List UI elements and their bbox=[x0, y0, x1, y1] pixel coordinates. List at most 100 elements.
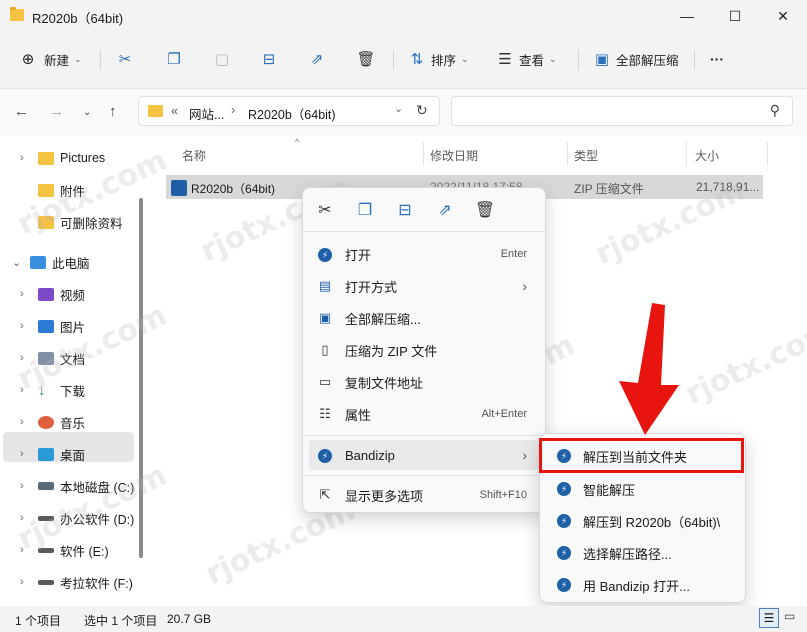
submenu-item-smart-extract[interactable]: ⚡ 智能解压 bbox=[544, 474, 743, 504]
extract-all-label: 全部解压缩 bbox=[616, 53, 679, 68]
column-divider[interactable] bbox=[567, 142, 568, 166]
details-view-icon[interactable]: ☰ bbox=[759, 608, 779, 628]
zip-file-icon bbox=[171, 180, 187, 196]
submenu-item-extract-to-folder[interactable]: ⚡ 解压到 R2020b（64bit)\ bbox=[544, 506, 743, 536]
chevron-down-icon[interactable]: ⌄ bbox=[394, 102, 403, 115]
back-arrow-icon[interactable]: ← bbox=[14, 103, 29, 120]
sidebar-item-music[interactable]: 音乐 bbox=[38, 410, 85, 434]
view-button[interactable]: ☰ 查看 ⌄ bbox=[495, 46, 556, 72]
sidebar-item-images[interactable]: 图片 bbox=[38, 314, 85, 338]
sidebar-item-deletable[interactable]: 可删除资料 bbox=[38, 210, 123, 234]
copy-icon[interactable]: ❐ bbox=[353, 200, 377, 220]
sidebar-item-drive-c[interactable]: 本地磁盘 (C:) bbox=[38, 474, 134, 498]
menu-item-bandizip[interactable]: ⚡ Bandizip › bbox=[309, 440, 539, 470]
submenu-item-choose-path[interactable]: ⚡ 选择解压路径... bbox=[544, 538, 743, 568]
rename-button[interactable]: ⊟ bbox=[259, 46, 279, 72]
sidebar-item-videos[interactable]: 视频 bbox=[38, 282, 85, 306]
share-icon[interactable]: ⇗ bbox=[433, 200, 457, 220]
submenu-item-open-with-bandizip[interactable]: ⚡ 用 Bandizip 打开... bbox=[544, 570, 743, 600]
chevron-right-icon[interactable]: › bbox=[20, 384, 24, 396]
sidebar-item-this-pc[interactable]: 此电脑 bbox=[30, 250, 90, 274]
chevron-right-icon[interactable]: › bbox=[20, 416, 24, 428]
menu-item-open-with[interactable]: ▤ 打开方式 › bbox=[309, 271, 539, 301]
menu-divider bbox=[303, 231, 545, 232]
maximize-button[interactable]: ☐ bbox=[711, 0, 759, 32]
download-icon: ↓ bbox=[38, 381, 46, 399]
column-header-type[interactable]: 类型 bbox=[574, 147, 598, 164]
copy-button[interactable]: ❐ bbox=[164, 46, 184, 72]
menu-item-shortcut: Shift+F10 bbox=[479, 489, 527, 501]
sidebar-item-label: 附件 bbox=[60, 184, 86, 199]
copy-icon: ❐ bbox=[167, 51, 181, 68]
copy-path-icon: ▭ bbox=[318, 374, 332, 389]
chevron-right-icon[interactable]: › bbox=[20, 544, 24, 556]
monitor-icon bbox=[30, 255, 46, 269]
forward-arrow-icon[interactable]: → bbox=[49, 103, 64, 120]
tiles-view-icon[interactable]: ▭ bbox=[784, 609, 795, 623]
trash-icon[interactable]: 🗑 bbox=[473, 200, 497, 220]
breadcrumb-overflow[interactable]: « bbox=[171, 104, 178, 118]
sidebar-item-drive-f[interactable]: 考拉软件 (F:) bbox=[38, 570, 133, 594]
cut-button[interactable]: ✂ bbox=[115, 46, 135, 72]
column-divider[interactable] bbox=[423, 142, 424, 166]
bandizip-icon: ⚡ bbox=[317, 447, 333, 463]
close-button[interactable]: ✕ bbox=[759, 0, 807, 32]
sort-button[interactable]: ⇅ 排序 ⌄ bbox=[407, 46, 469, 72]
menu-item-label: 全部解压缩... bbox=[345, 311, 421, 327]
chevron-right-icon[interactable]: › bbox=[20, 288, 24, 300]
delete-button[interactable]: 🗑 bbox=[356, 46, 376, 72]
minimize-button[interactable]: — bbox=[663, 0, 711, 32]
column-header-size[interactable]: 大小 bbox=[695, 147, 719, 164]
sidebar-item-documents[interactable]: 文档 bbox=[38, 346, 85, 370]
share-button[interactable]: ⇗ bbox=[307, 46, 327, 72]
menu-item-properties[interactable]: ☷ 属性 Alt+Enter bbox=[309, 399, 539, 429]
column-header-modified[interactable]: 修改日期 bbox=[430, 147, 478, 164]
chevron-right-icon[interactable]: › bbox=[20, 480, 24, 492]
column-header-name[interactable]: 名称 bbox=[182, 147, 206, 164]
view-label: 查看 bbox=[519, 53, 545, 68]
chevron-right-icon[interactable]: › bbox=[20, 448, 24, 460]
toolbar-divider bbox=[393, 50, 394, 70]
sidebar-item-downloads[interactable]: ↓ 下载 bbox=[38, 378, 85, 402]
refresh-icon[interactable]: ↻ bbox=[416, 102, 428, 119]
address-bar[interactable]: « 网站... › R2020b（64bit) ⌄ ↻ bbox=[138, 96, 440, 126]
submenu-item-label: 解压到 R2020b（64bit)\ bbox=[583, 514, 721, 530]
sidebar-item-drive-e[interactable]: 软件 (E:) bbox=[38, 538, 109, 562]
drive-icon bbox=[38, 547, 54, 553]
chevron-right-icon[interactable]: › bbox=[20, 320, 24, 332]
show-more-icon: ⇱ bbox=[319, 487, 331, 502]
menu-item-extract-all[interactable]: ▣ 全部解压缩... bbox=[309, 303, 539, 333]
menu-item-label: 复制文件地址 bbox=[345, 375, 424, 391]
breadcrumb-item[interactable]: 网站... bbox=[189, 104, 224, 123]
chevron-right-icon[interactable]: › bbox=[20, 576, 24, 588]
paste-button[interactable]: ▢ bbox=[212, 46, 232, 72]
chevron-down-icon[interactable]: ⌄ bbox=[12, 256, 21, 269]
sidebar-item-pictures[interactable]: Pictures bbox=[38, 146, 105, 170]
toolbar-divider bbox=[100, 50, 101, 70]
menu-item-open[interactable]: ⚡ 打开 Enter bbox=[309, 239, 539, 269]
sidebar-scrollbar[interactable] bbox=[139, 198, 143, 558]
breadcrumb-item[interactable]: R2020b（64bit) bbox=[248, 104, 336, 123]
chevron-right-icon[interactable]: › bbox=[20, 152, 24, 164]
chevron-right-icon[interactable]: › bbox=[20, 352, 24, 364]
search-input[interactable]: ⚲ bbox=[451, 96, 793, 126]
up-arrow-icon[interactable]: ↑ bbox=[109, 103, 117, 120]
new-button[interactable]: ⊕ 新建 ⌄ bbox=[18, 46, 82, 72]
sidebar-item-drive-d[interactable]: 办公软件 (D:) bbox=[38, 506, 134, 530]
more-button[interactable]: ··· bbox=[710, 46, 724, 72]
rename-icon[interactable]: ⊟ bbox=[393, 200, 417, 220]
menu-item-show-more[interactable]: ⇱ 显示更多选项 Shift+F10 bbox=[309, 480, 539, 510]
menu-item-compress-zip[interactable]: ▯ 压缩为 ZIP 文件 bbox=[309, 335, 539, 365]
scissors-icon[interactable]: ✂ bbox=[313, 200, 337, 220]
sidebar-item-label: 桌面 bbox=[60, 448, 86, 463]
chevron-right-icon[interactable]: › bbox=[20, 512, 24, 524]
recent-chevron-icon[interactable]: ⌄ bbox=[83, 107, 91, 118]
sidebar-item-attachments[interactable]: 附件 bbox=[38, 178, 85, 202]
column-divider[interactable] bbox=[686, 142, 687, 166]
extract-all-button[interactable]: ▣ 全部解压缩 bbox=[592, 46, 679, 72]
sidebar-item-desktop[interactable]: 桌面 bbox=[38, 442, 85, 466]
sidebar-item-label: 图片 bbox=[60, 320, 86, 335]
red-arrow-icon bbox=[619, 303, 679, 435]
menu-item-copy-path[interactable]: ▭ 复制文件地址 bbox=[309, 367, 539, 397]
column-divider[interactable] bbox=[767, 142, 768, 166]
